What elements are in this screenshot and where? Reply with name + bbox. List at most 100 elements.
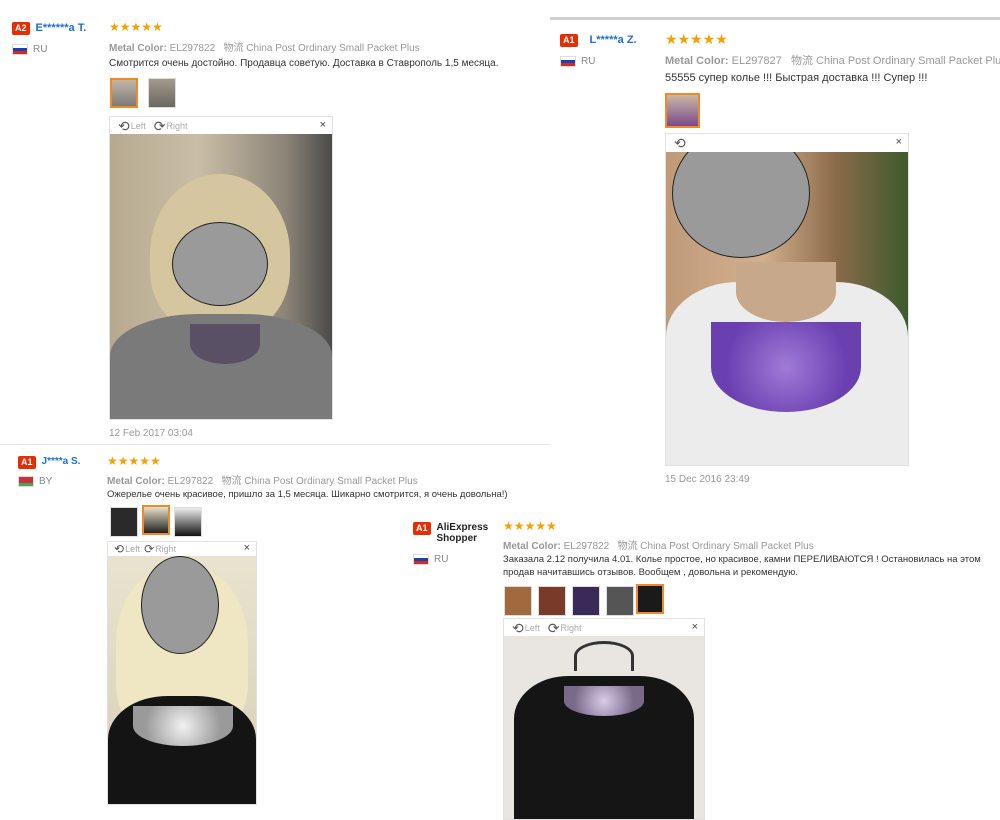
order-meta: Metal Color: EL297822 物流 China Post Ordi… bbox=[109, 39, 420, 54]
rotate-right-button[interactable]: ⟳ Right bbox=[144, 542, 176, 556]
country-code: RU bbox=[434, 554, 449, 565]
rotate-left-icon: ⟲ bbox=[512, 619, 524, 636]
review-text: Ожерелье очень красивое, пришло за 1,5 м… bbox=[107, 489, 508, 500]
rotate-right-label: Right bbox=[560, 622, 582, 633]
star-rating: ★★★★★ bbox=[665, 31, 728, 47]
country-code: RU bbox=[581, 56, 596, 67]
reviewer-country: RU bbox=[413, 554, 448, 565]
russia-flag-icon bbox=[12, 44, 28, 55]
reviewer-name[interactable]: L*****a Z. bbox=[590, 34, 637, 46]
country-code: RU bbox=[33, 44, 48, 55]
reviewer-header: A1 L*****a Z. bbox=[560, 34, 637, 47]
viewer-toolbar: ⟲ × bbox=[666, 134, 908, 151]
reviewer-name[interactable]: J****a S. bbox=[42, 456, 81, 467]
review-photo bbox=[666, 152, 908, 465]
order-meta: Metal Color: EL297822 物流 China Post Ordi… bbox=[107, 472, 418, 487]
viewer-toolbar: ⟲ Left ⟳ Right × bbox=[504, 619, 704, 636]
close-icon[interactable]: × bbox=[896, 136, 902, 148]
metal-color-label: Metal Color: bbox=[503, 541, 561, 552]
level-badge: A1 bbox=[413, 522, 431, 535]
hanger-shape bbox=[574, 641, 634, 671]
reviewer-country: BY bbox=[18, 476, 52, 487]
rotate-button[interactable]: ⟲ bbox=[674, 136, 686, 150]
review-photo-thumb[interactable] bbox=[606, 586, 634, 616]
reviewer-name[interactable]: E******a T. bbox=[36, 22, 87, 34]
star-rating: ★★★★★ bbox=[107, 454, 161, 468]
review-photo bbox=[504, 636, 704, 819]
metal-color-value: EL297822 bbox=[169, 43, 216, 54]
russia-flag-icon bbox=[413, 554, 429, 565]
review-photo-thumb[interactable] bbox=[636, 584, 664, 614]
review-photo-thumb[interactable] bbox=[572, 586, 600, 616]
russia-flag-icon bbox=[560, 56, 576, 67]
reviewer-header: A1 AliExpress Shopper bbox=[413, 522, 517, 544]
level-badge: A1 bbox=[560, 34, 578, 47]
country-code: BY bbox=[39, 476, 53, 487]
metal-color-label: Metal Color: bbox=[107, 476, 165, 487]
review-text: 55555 супер колье !!! Быстрая доставка !… bbox=[665, 72, 928, 84]
rotate-left-label: Left bbox=[125, 544, 141, 554]
metal-color-label: Metal Color: bbox=[665, 55, 729, 67]
metal-color-value: EL297827 bbox=[731, 55, 782, 67]
rotate-left-icon: ⟲ bbox=[674, 134, 686, 151]
review-date: 15 Dec 2016 23:49 bbox=[665, 474, 750, 485]
metal-color-value: EL297822 bbox=[167, 476, 214, 487]
review-text: Заказала 2.12 получила 4.01. Колье прост… bbox=[503, 554, 981, 578]
shipping-method: 物流 China Post Ordinary Small Packet Plus bbox=[223, 43, 420, 54]
metal-color-value: EL297822 bbox=[563, 541, 610, 552]
close-icon[interactable]: × bbox=[320, 119, 326, 131]
level-badge: A2 bbox=[12, 22, 30, 35]
rotate-right-icon: ⟳ bbox=[144, 542, 155, 556]
rotate-left-button[interactable]: ⟲ Left bbox=[512, 621, 540, 635]
level-badge: A1 bbox=[18, 456, 36, 469]
review-photo bbox=[110, 134, 332, 419]
rotate-right-button[interactable]: ⟳ Right bbox=[548, 621, 582, 635]
rotate-right-label: Right bbox=[155, 544, 177, 554]
face-blur bbox=[172, 222, 268, 306]
review-card-4: A1 AliExpress Shopper RU ★★★★★ Metal Col… bbox=[403, 510, 1000, 820]
rotate-left-button[interactable]: ⟲ Left bbox=[118, 119, 146, 133]
review-date: 12 Feb 2017 03:04 bbox=[109, 428, 193, 439]
order-meta: Metal Color: EL297827 物流 China Post Ordi… bbox=[665, 52, 1000, 68]
review-photo-thumb[interactable] bbox=[538, 586, 566, 616]
rotate-right-label: Right bbox=[166, 120, 188, 131]
rotate-right-icon: ⟳ bbox=[547, 619, 560, 636]
shipping-method: 物流 China Post Ordinary Small Packet Plus bbox=[221, 476, 418, 487]
rotate-right-icon: ⟳ bbox=[153, 117, 166, 134]
shipping-method: 物流 China Post Ordinary Small Packet Plus bbox=[790, 55, 1000, 67]
rotate-left-icon: ⟲ bbox=[118, 117, 130, 134]
photo-viewer: ⟲ Left ⟳ Right × bbox=[503, 618, 705, 820]
face-blur bbox=[672, 152, 810, 258]
necklace-shape bbox=[711, 322, 861, 412]
photo-viewer: ⟲ Left ⟳ Right × bbox=[109, 116, 333, 420]
rotate-left-button[interactable]: ⟲ Left bbox=[114, 542, 140, 556]
rotate-right-button[interactable]: ⟳ Right bbox=[154, 119, 188, 133]
review-photo-thumb[interactable] bbox=[148, 78, 176, 108]
review-photo-thumb[interactable] bbox=[504, 586, 532, 616]
necklace-shape bbox=[564, 686, 644, 716]
order-meta: Metal Color: EL297822 物流 China Post Ordi… bbox=[503, 537, 814, 552]
review-photo-thumb[interactable] bbox=[142, 505, 170, 535]
necklace-shape bbox=[133, 706, 233, 746]
review-photo-thumb[interactable] bbox=[665, 93, 700, 128]
neck-shape bbox=[736, 262, 836, 322]
viewer-toolbar: ⟲ Left ⟳ Right × bbox=[108, 542, 256, 556]
photo-viewer: ⟲ Left ⟳ Right × bbox=[107, 541, 257, 805]
belarus-flag-icon bbox=[18, 476, 34, 487]
review-photo bbox=[108, 556, 256, 804]
close-icon[interactable]: × bbox=[692, 621, 698, 633]
photo-viewer: ⟲ × bbox=[665, 133, 909, 466]
close-icon[interactable]: × bbox=[244, 542, 250, 554]
review-photo-thumb[interactable] bbox=[174, 507, 202, 537]
review-card-1: A2 E******a T. RU ★★★★★ Metal Color: EL2… bbox=[0, 0, 560, 445]
metal-color-label: Metal Color: bbox=[109, 43, 167, 54]
viewer-toolbar: ⟲ Left ⟳ Right × bbox=[110, 117, 332, 134]
review-photo-thumb[interactable] bbox=[110, 507, 138, 537]
reviewer-header: A2 E******a T. bbox=[12, 22, 86, 35]
reviewer-country: RU bbox=[560, 56, 595, 67]
rotate-left-icon: ⟲ bbox=[114, 542, 125, 556]
review-photo-thumb[interactable] bbox=[110, 78, 138, 108]
reviewer-country: RU bbox=[12, 44, 47, 55]
star-rating: ★★★★★ bbox=[109, 20, 163, 34]
necklace-shape bbox=[190, 324, 260, 364]
